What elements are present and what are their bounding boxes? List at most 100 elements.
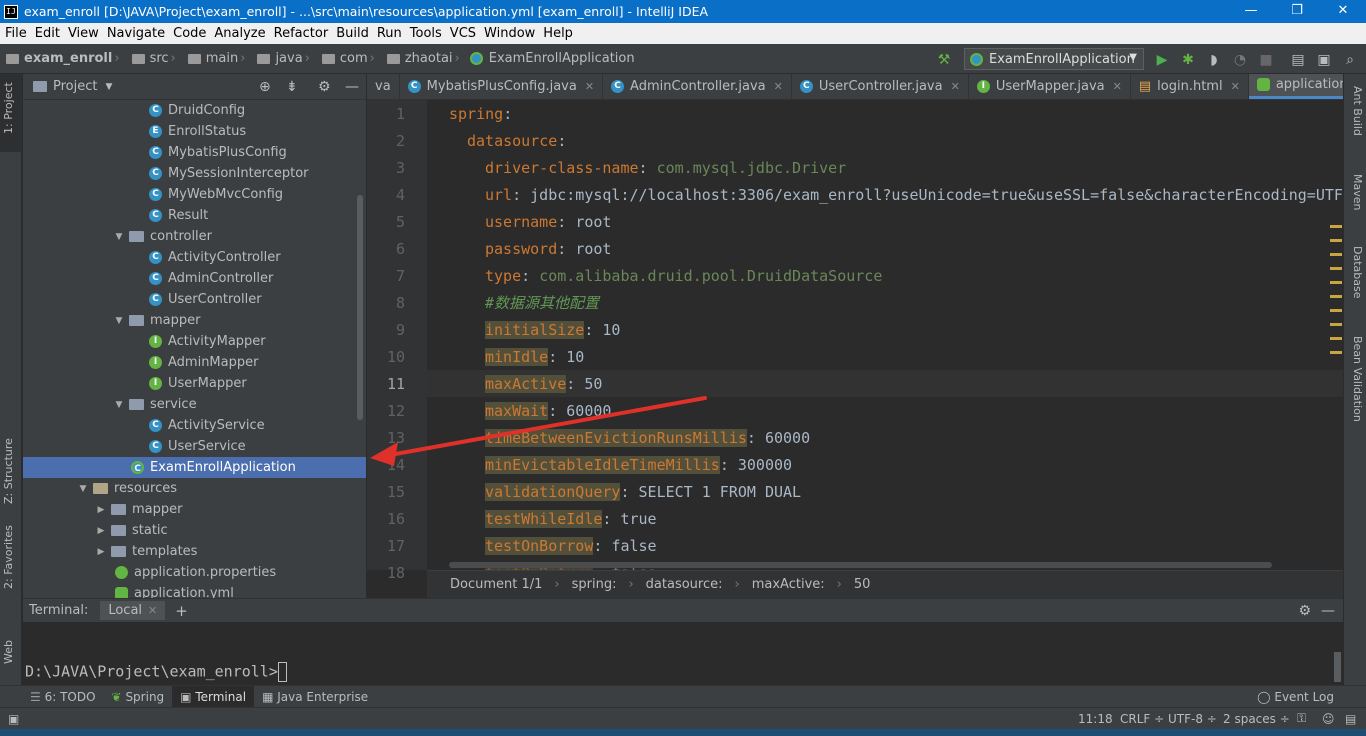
gear-icon[interactable]: ⚙ [1298,603,1311,619]
maven-tool-label[interactable]: Maven [1351,174,1364,210]
structure-tool-label[interactable]: Z: Structure [2,438,15,504]
tree-item[interactable]: C DruidConfig [23,100,366,121]
expand-icon[interactable]: ▼ [113,316,125,326]
warning-stripe-mark[interactable] [1330,253,1342,256]
tree-item[interactable]: I UserMapper [23,373,366,394]
tab-admincontroller[interactable]: C AdminController.java ✕ [603,74,792,99]
terminal-prompt[interactable]: D:\JAVA\Project\exam_enroll> [25,662,287,682]
close-tab-icon[interactable]: ✕ [148,604,157,617]
terminal-body[interactable]: D:\JAVA\Project\exam_enroll> [23,622,1343,685]
warning-stripe-mark[interactable] [1330,239,1342,242]
menu-vcs[interactable]: VCS [447,26,479,41]
tab-mybatisplusconfig[interactable]: C MybatisPlusConfig.java ✕ [400,74,604,99]
run-icon[interactable]: ▶ [1154,52,1170,68]
expand-icon[interactable]: ▼ [113,400,125,410]
menu-window[interactable]: Window [481,26,538,41]
warning-stripe-mark[interactable] [1330,351,1342,354]
tab-login-html[interactable]: ▤ login.html ✕ [1131,74,1249,99]
tree-item[interactable]: C AdminController [23,268,366,289]
tree-item[interactable]: C MybatisPlusConfig [23,142,366,163]
web-tool-label[interactable]: Web [2,640,15,664]
menu-analyze[interactable]: Analyze [211,26,268,41]
chevron-down-icon[interactable]: ▼ [105,82,112,92]
tab-todo[interactable]: ☰ 6: TODO [22,686,104,708]
profile-icon[interactable]: ◔ [1232,52,1248,68]
tree-item[interactable]: ▼ controller [23,226,366,247]
breadcrumb-project[interactable]: exam_enroll › [0,51,120,66]
tab-java-enterprise[interactable]: ▦ Java Enterprise [254,686,376,708]
notification-icon[interactable]: ▤ [1345,712,1356,726]
tab-event-log[interactable]: ◯ Event Log [1249,686,1342,708]
menu-view[interactable]: View [65,26,102,41]
search-icon[interactable]: ⌕ [1342,52,1358,68]
tab-usermapper[interactable]: I UserMapper.java ✕ [969,74,1131,99]
warning-stripe-mark[interactable] [1330,323,1342,326]
breadcrumb-com[interactable]: com › [316,51,375,66]
value-crumb[interactable]: 50 [854,577,871,592]
warning-stripe-mark[interactable] [1330,337,1342,340]
tree-item[interactable]: application.yml [23,583,366,598]
tree-item[interactable]: C MySessionInterceptor [23,163,366,184]
project-tool-label[interactable]: 1: Project [2,82,15,134]
close-tab-icon[interactable]: ✕ [951,80,960,93]
tree-item[interactable]: E EnrollStatus [23,121,366,142]
document-crumb[interactable]: Document 1/1 [450,577,542,592]
terminal-tab-local[interactable]: Local ✕ [100,601,166,620]
hide-icon[interactable]: — [345,79,359,95]
line-separator[interactable]: CRLF ÷ [1120,712,1164,726]
tree-item[interactable]: application.properties [23,562,366,583]
tab-usercontroller[interactable]: C UserController.java ✕ [792,74,969,99]
favorites-tool-label[interactable]: 2: Favorites [2,525,15,589]
menu-tools[interactable]: Tools [407,26,445,41]
menu-edit[interactable]: Edit [32,26,63,41]
spring-crumb[interactable]: spring: [572,577,617,592]
tree-item[interactable]: C UserController [23,289,366,310]
tree-item[interactable]: I AdminMapper [23,352,366,373]
database-tool-label[interactable]: Database [1351,246,1364,299]
hide-icon[interactable]: — [1321,603,1335,619]
layout-icon[interactable]: ▣ [1316,52,1332,68]
collapse-all-icon[interactable]: ⇟ [286,79,298,95]
gear-icon[interactable]: ⚙ [318,79,331,95]
tree-item[interactable]: C UserService [23,436,366,457]
tab-application-yml[interactable]: application.yml✕ [1248,74,1343,99]
breadcrumb-application[interactable]: ExamEnrollApplication [466,51,635,66]
warning-stripe-mark[interactable] [1330,267,1342,270]
breadcrumb-src[interactable]: src › [126,51,176,66]
expand-icon[interactable]: ▶ [95,547,107,557]
project-view-title[interactable]: Project [53,79,97,94]
file-encoding[interactable]: UTF-8 ÷ [1168,712,1217,726]
project-structure-icon[interactable]: ▤ [1290,52,1306,68]
close-tab-icon[interactable]: ✕ [585,80,594,93]
bean-validation-tool-label[interactable]: Bean Validation [1351,336,1364,422]
datasource-crumb[interactable]: datasource: [646,577,723,592]
debug-icon[interactable]: ✱ [1180,52,1196,68]
warning-stripe-mark[interactable] [1330,281,1342,284]
close-tab-icon[interactable]: ✕ [1113,80,1122,93]
caret-position[interactable]: 11:18 [1078,712,1113,726]
close-button[interactable]: ✕ [1320,0,1366,23]
project-scrollbar[interactable] [357,195,363,420]
tab-terminal[interactable]: ▣ Terminal [172,685,255,708]
tree-item[interactable]: I ActivityMapper [23,331,366,352]
warning-stripe-mark[interactable] [1330,225,1342,228]
close-tab-icon[interactable]: ✕ [1231,80,1240,93]
locate-icon[interactable]: ⊕ [259,79,271,95]
tree-item[interactable]: C ActivityService [23,415,366,436]
tree-item-selected[interactable]: C ExamEnrollApplication [23,457,366,478]
breadcrumb-main[interactable]: main › [182,51,245,66]
lock-icon[interactable]: ⚿ [1297,711,1306,726]
maximize-button[interactable]: ❐ [1274,0,1320,23]
tree-item[interactable]: ▶ mapper [23,499,366,520]
menu-run[interactable]: Run [374,26,405,41]
inspector-icon[interactable]: ☺ [1322,712,1335,726]
menu-navigate[interactable]: Navigate [104,26,168,41]
expand-icon[interactable]: ▼ [77,484,89,494]
tree-item[interactable]: ▶ static [23,520,366,541]
breadcrumb-java[interactable]: java › [251,51,310,66]
status-panel-icon[interactable]: ▣ [8,712,19,726]
expand-icon[interactable]: ▶ [95,505,107,515]
maxactive-crumb[interactable]: maxActive: [752,577,825,592]
breadcrumb-zhaotai[interactable]: zhaotai › [381,51,460,66]
menu-file[interactable]: File [2,26,30,41]
